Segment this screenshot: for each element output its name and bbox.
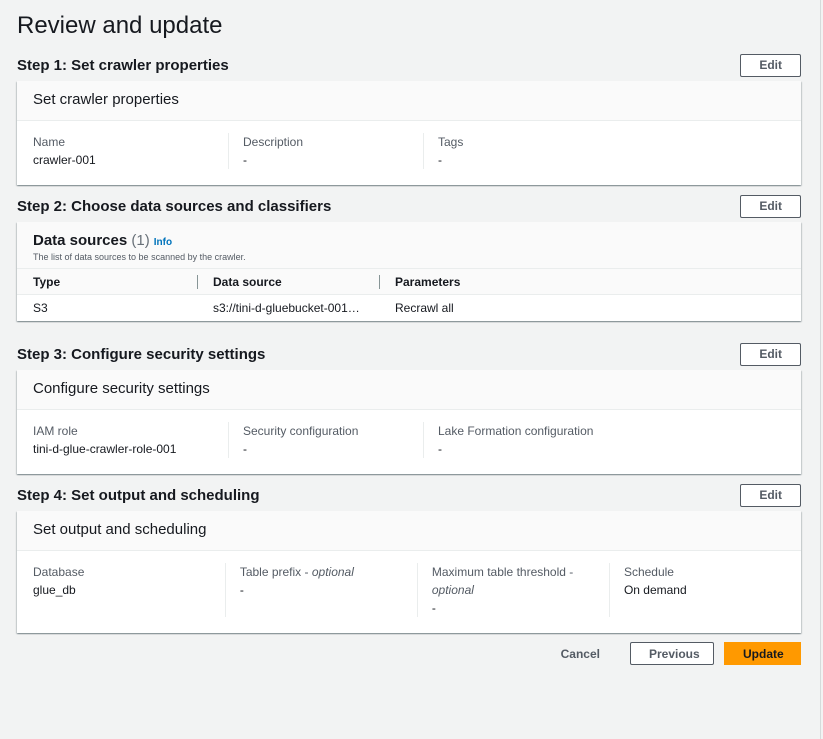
step3-section: Step 3: Configure security settings Edit … [17, 342, 801, 474]
step1-edit-button[interactable]: Edit [740, 53, 801, 77]
step1-section: Step 1: Set crawler properties Edit Set c… [17, 53, 801, 185]
update-button[interactable]: Update [724, 642, 801, 665]
crawler-properties-card: Set crawler properties Name crawler-001 D… [17, 81, 801, 185]
step4-edit-button[interactable]: Edit [740, 483, 801, 507]
page-title: Review and update [17, 12, 223, 39]
column-header-data-source[interactable]: Data source [197, 268, 379, 295]
step2-section: Step 2: Choose data sources and classifi… [17, 194, 801, 321]
data-sources-count: (1) [131, 232, 150, 249]
database-value: glue_db [33, 583, 76, 597]
data-sources-table: Type Data source Parameters S3 s3://tini-d-… [17, 268, 801, 321]
security-configuration-label: Security configuration [243, 424, 359, 438]
iam-role-value: tini-d-glue-crawler-role-001 [33, 442, 177, 456]
description-value: - [243, 153, 247, 167]
footer-actions: Cancel Previous Update [541, 642, 801, 665]
parameters-cell: Recrawl all [395, 300, 454, 315]
data-sources-card: Data sources (1) Info The list of data so… [17, 222, 801, 321]
data-sources-title: Data sources [33, 232, 128, 249]
data-source-cell: s3://tini-d-gluebucket-001… [213, 300, 360, 315]
type-cell: S3 [33, 300, 48, 315]
step4-section: Step 4: Set output and scheduling Edit Se… [17, 483, 801, 633]
tags-label: Tags [438, 135, 464, 149]
step4-title: Step 4: Set output and scheduling [17, 486, 260, 504]
step2-edit-button[interactable]: Edit [740, 194, 801, 218]
output-scheduling-card: Set output and scheduling Database glue_d… [17, 511, 801, 633]
schedule-label: Schedule [623, 565, 674, 579]
cancel-button[interactable]: Cancel [541, 647, 620, 661]
security-settings-card: Configure security settings IAM role tini… [17, 370, 801, 474]
table-prefix-value: - [239, 583, 244, 597]
data-sources-description: The list of data sources to be scanned b… [33, 252, 246, 262]
schedule-value: On demand [623, 583, 687, 597]
step2-title: Step 2: Choose data sources and classifi… [17, 197, 332, 215]
step3-edit-button[interactable]: Edit [740, 342, 801, 366]
step3-title: Step 3: Configure security settings [17, 345, 266, 363]
step1-title: Step 1: Set crawler properties [17, 56, 229, 74]
table-prefix-label: Table prefix - optional [239, 565, 354, 579]
name-label: Name [33, 135, 66, 149]
info-link[interactable]: Info [154, 237, 172, 248]
card-title: Configure security settings [17, 370, 801, 410]
card-title: Set crawler properties [17, 81, 801, 121]
max-table-threshold-value: - [431, 601, 436, 615]
max-table-threshold-label: Maximum table threshold - optional [431, 565, 574, 597]
tags-value: - [438, 153, 442, 167]
database-label: Database [33, 565, 85, 579]
card-title: Set output and scheduling [17, 511, 801, 551]
table-row: S3 s3://tini-d-gluebucket-001… Recrawl all [17, 295, 801, 321]
name-value: crawler-001 [33, 153, 96, 167]
description-label: Description [243, 135, 304, 149]
column-header-type[interactable]: Type [17, 268, 197, 295]
scrollbar[interactable] [820, 0, 821, 739]
previous-button[interactable]: Previous [630, 642, 714, 665]
lake-formation-value: - [438, 442, 442, 456]
security-configuration-value: - [243, 442, 247, 456]
column-header-parameters[interactable]: Parameters [379, 268, 801, 295]
iam-role-label: IAM role [33, 424, 78, 438]
lake-formation-label: Lake Formation configuration [438, 424, 594, 438]
